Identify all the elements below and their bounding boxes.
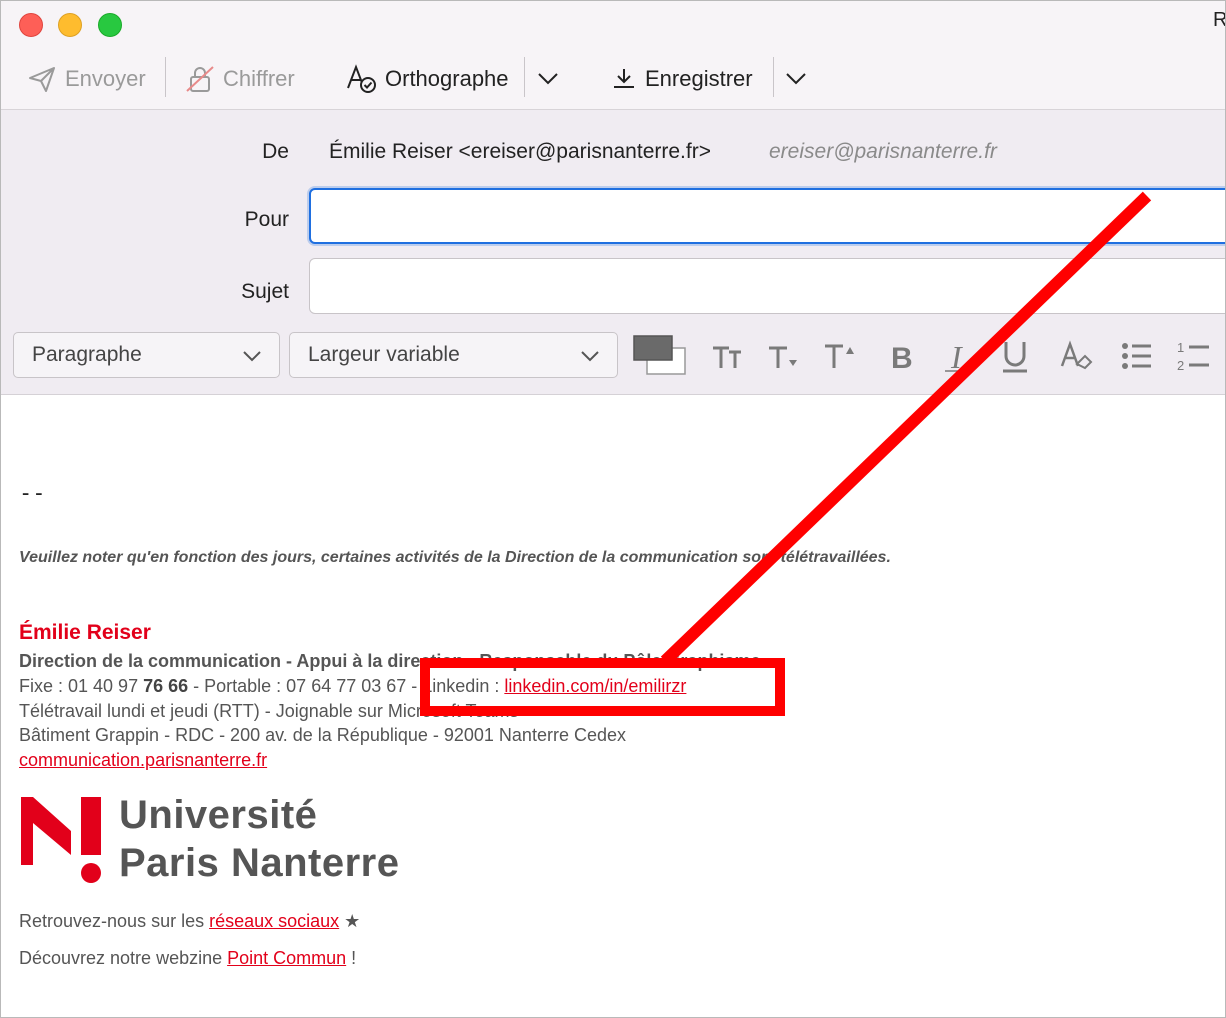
university-logo: Université Paris Nanterre [19, 793, 429, 885]
send-label: Envoyer [65, 66, 146, 91]
svg-text:2: 2 [1177, 358, 1184, 373]
signature-role: Direction de la communication - Appui à … [19, 651, 761, 671]
spelling-label: Orthographe [385, 66, 509, 91]
numbered-list-icon[interactable]: 12 [1175, 338, 1211, 374]
compose-window: R Envoyer Chiffrer Orthographe Enregistr… [0, 0, 1226, 1018]
font-size-reset-icon[interactable] [709, 338, 745, 374]
lock-off-icon [186, 66, 214, 92]
signature-separator: -- [19, 481, 46, 506]
title-bar: R [1, 1, 1225, 49]
logo-line-2: Paris Nanterre [119, 841, 400, 885]
signature-phones: Fixe : 01 40 97 76 66 - Portable : 07 64… [19, 676, 686, 697]
phone-prefix: Fixe : 01 40 97 [19, 676, 144, 696]
font-value: Largeur variable [308, 343, 460, 366]
social-line: Retrouvez-nous sur les réseaux sociaux ★ [19, 911, 360, 932]
star-icon: ★ [339, 911, 361, 931]
to-input[interactable] [311, 190, 1225, 242]
save-button[interactable]: Enregistrer [611, 59, 753, 99]
signature-name: Émilie Reiser [19, 621, 151, 644]
university-logo-mark [21, 797, 101, 883]
social-prefix: Retrouvez-nous sur les [19, 911, 210, 931]
font-select[interactable]: Largeur variable [289, 332, 618, 378]
subject-label: Sujet [241, 280, 289, 303]
message-headers: De Émilie Reiser <ereiser@parisnanterre.… [1, 110, 1225, 395]
from-value[interactable]: Émilie Reiser <ereiser@parisnanterre.fr> [329, 140, 711, 164]
bullet-list-icon[interactable] [1119, 338, 1155, 374]
send-icon [29, 67, 55, 92]
phone-rest: - Portable : 07 64 77 03 67 - Linkedin : [188, 676, 505, 696]
signature-website-line: communication.parisnanterre.fr [19, 750, 267, 771]
send-button[interactable]: Envoyer [27, 59, 146, 99]
webzine-suffix: ! [346, 948, 357, 968]
svg-text:1: 1 [1177, 340, 1184, 355]
logo-line-1: Université [119, 793, 318, 837]
zoom-window-button[interactable] [98, 13, 122, 37]
minimize-window-button[interactable] [58, 13, 82, 37]
to-label: Pour [244, 208, 289, 231]
compose-toolbar: Envoyer Chiffrer Orthographe Enregistrer [1, 49, 1225, 110]
spellcheck-icon [347, 64, 376, 93]
save-label: Enregistrer [645, 66, 753, 91]
signature-telework: Télétravail lundi et jeudi (RTT) - Joign… [19, 701, 519, 721]
download-icon [614, 69, 634, 88]
bold-icon[interactable]: B [885, 338, 921, 374]
font-size-increase-icon[interactable] [821, 338, 857, 374]
encrypt-label: Chiffrer [223, 66, 295, 91]
toolbar-separator [773, 57, 774, 97]
chevron-down-icon [581, 351, 599, 362]
linkedin-link[interactable]: linkedin.com/in/emilirzr [504, 676, 686, 696]
paragraph-format-value: Paragraphe [32, 343, 142, 366]
text-color-picker-icon[interactable] [633, 334, 689, 378]
window-title: R [1213, 9, 1225, 32]
toolbar-separator [165, 57, 166, 97]
webzine-line: Découvrez notre webzine Point Commun ! [19, 948, 356, 969]
underline-icon[interactable] [997, 338, 1033, 374]
subject-field[interactable] [309, 258, 1225, 314]
spelling-button[interactable]: Orthographe [345, 59, 509, 99]
save-options-chevron-down-icon[interactable] [783, 65, 809, 91]
webzine-prefix: Découvrez notre webzine [19, 948, 228, 968]
toolbar-separator [524, 57, 525, 97]
close-window-button[interactable] [19, 13, 43, 37]
encrypt-button[interactable]: Chiffrer [185, 59, 295, 99]
spelling-options-chevron-down-icon[interactable] [535, 65, 561, 91]
svg-text:B: B [891, 342, 913, 374]
chevron-down-icon [243, 351, 261, 362]
from-label: De [262, 140, 289, 163]
clear-formatting-icon[interactable] [1059, 338, 1095, 374]
phone-extension: 76 66 [143, 676, 189, 696]
font-size-decrease-icon[interactable] [765, 338, 801, 374]
italic-icon[interactable]: I [941, 338, 977, 374]
subject-input[interactable] [310, 259, 1225, 313]
website-link[interactable]: communication.parisnanterre.fr [19, 750, 267, 770]
telework-notice: Veuillez noter qu'en fonction des jours,… [19, 549, 891, 566]
social-networks-link[interactable]: réseaux sociaux [209, 911, 339, 931]
svg-text:I: I [950, 339, 963, 374]
message-body[interactable]: -- Veuillez noter qu'en fonction des jou… [1, 395, 1225, 1017]
webzine-link[interactable]: Point Commun [227, 948, 346, 968]
paragraph-format-select[interactable]: Paragraphe [13, 332, 280, 378]
signature-address: Bâtiment Grappin - RDC - 200 av. de la R… [19, 725, 626, 745]
to-field[interactable] [309, 188, 1225, 244]
from-identity: ereiser@parisnanterre.fr [769, 140, 997, 163]
